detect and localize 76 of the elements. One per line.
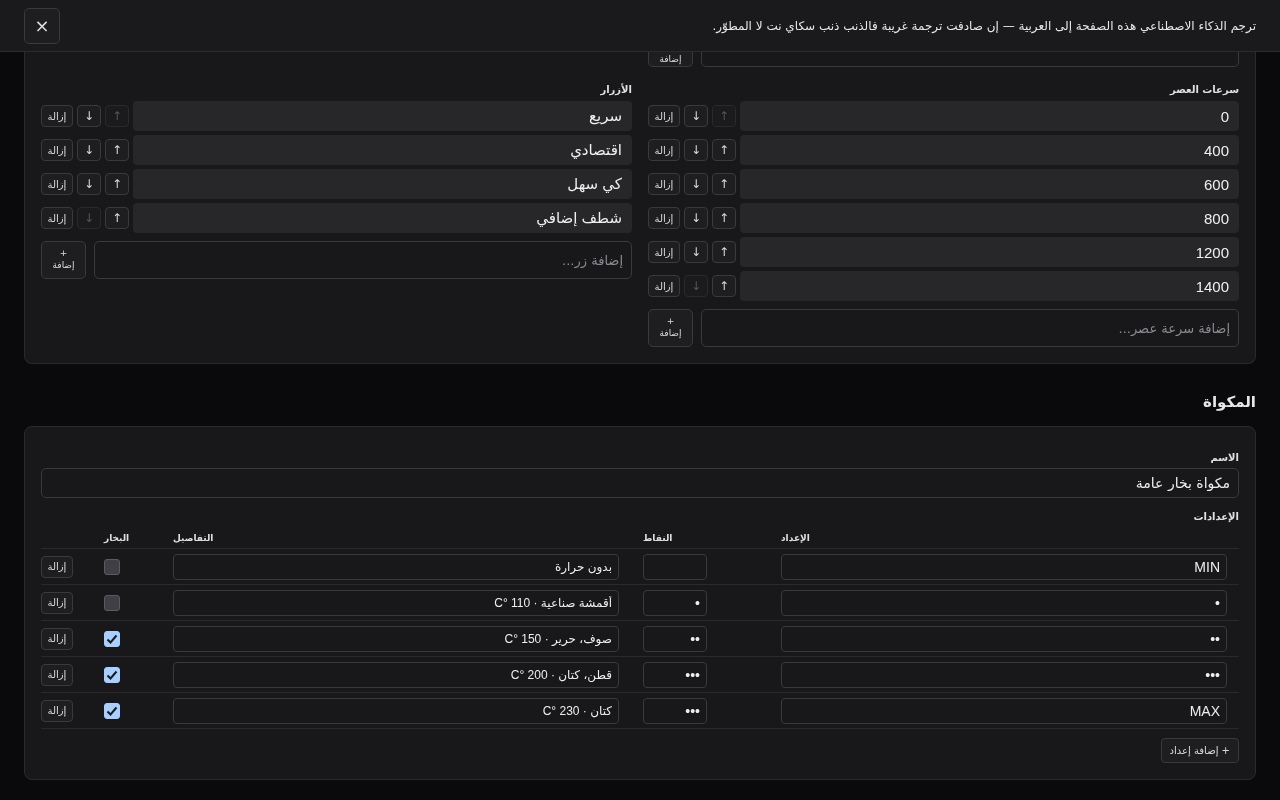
remove-button[interactable]: إزالة xyxy=(41,627,73,650)
add-button[interactable]: إضافة xyxy=(648,52,693,67)
remove-button[interactable]: إزالة xyxy=(648,241,680,263)
move-up-button[interactable]: ↑ xyxy=(712,207,736,229)
remove-button[interactable]: إزالة xyxy=(41,173,73,195)
remove-button[interactable]: إزالة xyxy=(41,139,73,161)
setting-field[interactable]: • xyxy=(781,589,1227,616)
points-field[interactable]: • xyxy=(643,589,707,616)
add-input-field[interactable]: إضافة سرعة عصر... xyxy=(701,309,1239,347)
section-title: المكواة xyxy=(1202,392,1256,412)
remove-button[interactable]: إزالة xyxy=(648,275,680,297)
points-field[interactable] xyxy=(643,553,707,580)
remove-button[interactable]: إزالة xyxy=(648,173,680,195)
remove-button[interactable]: إزالة xyxy=(41,699,73,722)
field-label: الإعدادات xyxy=(1192,510,1239,524)
column-header: البخار xyxy=(104,532,130,543)
value-field[interactable]: شطف إضافي xyxy=(133,203,632,233)
setting-field[interactable]: MIN xyxy=(781,553,1227,580)
list-label: الأزرار xyxy=(599,83,632,97)
details-field[interactable]: كتان · 230 °C xyxy=(173,697,619,724)
remove-button[interactable]: إزالة xyxy=(648,139,680,161)
value-field[interactable]: 800 xyxy=(740,203,1239,233)
move-up-button[interactable]: ↑ xyxy=(105,207,129,229)
input-field[interactable] xyxy=(701,52,1239,67)
value-field[interactable]: 1200 xyxy=(740,237,1239,267)
add-input-field[interactable]: إضافة زر... xyxy=(94,241,632,279)
column-header: النقاط xyxy=(643,532,673,543)
steam-checkbox[interactable] xyxy=(104,558,120,575)
remove-button[interactable]: إزالة xyxy=(41,207,73,229)
move-up-button[interactable]: ↑ xyxy=(105,139,129,161)
remove-button[interactable]: إزالة xyxy=(41,555,73,578)
remove-button[interactable]: إزالة xyxy=(648,105,680,127)
details-field[interactable]: صوف، حرير · 150 °C xyxy=(173,625,619,652)
points-field[interactable]: ••• xyxy=(643,697,707,724)
remove-button[interactable]: إزالة xyxy=(41,105,73,127)
setting-field[interactable]: MAX xyxy=(781,697,1227,724)
move-down-button[interactable]: ↓ xyxy=(684,173,708,195)
add-setting-button[interactable]: + إضافة إعداد xyxy=(1160,738,1239,763)
move-up-button[interactable]: ↑ xyxy=(712,241,736,263)
remove-button[interactable]: إزالة xyxy=(41,663,73,686)
value-field[interactable]: اقتصادي xyxy=(133,135,632,165)
value-field[interactable]: 600 xyxy=(740,169,1239,199)
details-field[interactable]: قطن، كتان · 200 °C xyxy=(173,661,619,688)
move-down-button[interactable]: ↓ xyxy=(77,173,101,195)
move-down-button[interactable]: ↓ xyxy=(684,105,708,127)
remove-button[interactable]: إزالة xyxy=(648,207,680,229)
move-up-button[interactable]: ↑ xyxy=(712,139,736,161)
setting-field[interactable]: •• xyxy=(781,625,1227,652)
move-down-button[interactable]: ↓ xyxy=(77,139,101,161)
add-button[interactable]: + إضافة xyxy=(648,309,693,347)
value-field[interactable]: 1400 xyxy=(740,271,1239,301)
remove-button[interactable]: إزالة xyxy=(41,591,73,614)
add-button[interactable]: + إضافة xyxy=(41,241,86,279)
column-header: الإعداد xyxy=(781,532,810,543)
field-label: الاسم xyxy=(1209,451,1239,465)
move-down-button[interactable]: ↓ xyxy=(684,139,708,161)
move-down-button[interactable]: ↓ xyxy=(684,241,708,263)
value-field[interactable]: كي سهل xyxy=(133,169,632,199)
value-field[interactable]: 400 xyxy=(740,135,1239,165)
points-field[interactable]: •• xyxy=(643,625,707,652)
move-down-button[interactable]: ↓ xyxy=(684,207,708,229)
move-up-button[interactable]: ↑ xyxy=(105,173,129,195)
banner-text: ترجم الذكاء الاصطناعي هذه الصفحة إلى العربية — إن صادفت ترجمة غريبة فالذنب ذنب سكاي نت لا المطوّر. xyxy=(712,18,1256,33)
close-button[interactable]: × xyxy=(24,7,60,44)
details-field[interactable]: بدون حرارة xyxy=(173,553,619,580)
name-field[interactable]: مكواة بخار عامة xyxy=(41,468,1239,498)
move-down-button[interactable]: ↓ xyxy=(77,105,101,127)
column-header: التفاصيل xyxy=(173,532,214,543)
value-field[interactable]: 0 xyxy=(740,101,1239,131)
setting-field[interactable]: ••• xyxy=(781,661,1227,688)
value-field[interactable]: سريع xyxy=(133,101,632,131)
list-label: سرعات العصر xyxy=(1168,83,1239,97)
steam-checkbox[interactable] xyxy=(104,594,120,611)
points-field[interactable]: ••• xyxy=(643,661,707,688)
move-up-button[interactable]: ↑ xyxy=(712,173,736,195)
move-up-button[interactable]: ↑ xyxy=(712,275,736,297)
